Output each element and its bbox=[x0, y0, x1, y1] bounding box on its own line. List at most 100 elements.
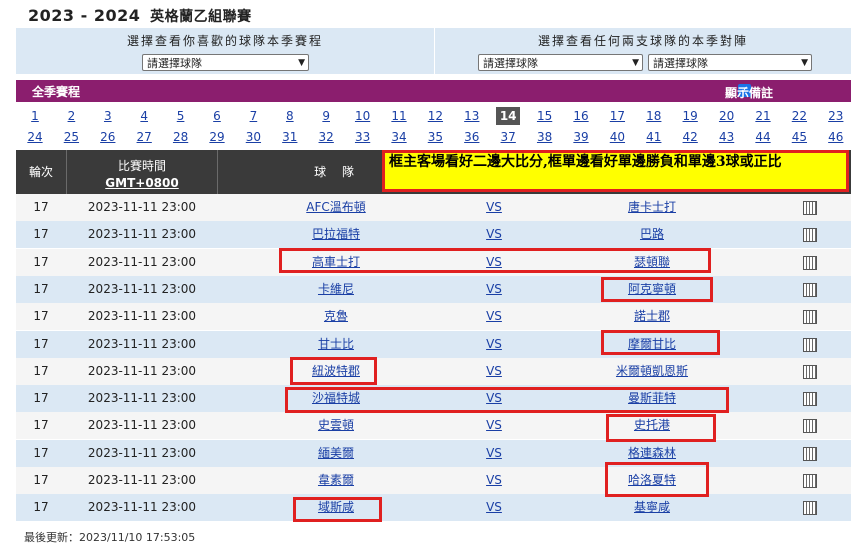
round-link-43[interactable]: 43 bbox=[715, 128, 739, 146]
chevron-down-icon: ▼ bbox=[801, 58, 808, 68]
round-link-6[interactable]: 6 bbox=[205, 107, 229, 125]
h2h-team-a-select[interactable]: 請選擇球隊 ▼ bbox=[478, 54, 643, 71]
round-cell-wrap: 17 bbox=[16, 467, 66, 494]
vs-link[interactable]: VS bbox=[486, 282, 502, 296]
round-link-36[interactable]: 36 bbox=[460, 128, 484, 146]
round-link-7[interactable]: 7 bbox=[241, 107, 265, 125]
round-cell-wrap: 17 bbox=[16, 276, 66, 303]
home-team-link[interactable]: 巴拉福特 bbox=[312, 227, 360, 241]
round-link-16[interactable]: 16 bbox=[569, 107, 593, 125]
round-cell: 17 bbox=[33, 254, 49, 269]
round-link-29[interactable]: 29 bbox=[205, 128, 229, 146]
round-link-28[interactable]: 28 bbox=[169, 128, 193, 146]
stats-table-icon[interactable] bbox=[803, 446, 817, 461]
away-team-link[interactable]: 唐卡士打 bbox=[628, 200, 676, 214]
round-link-44[interactable]: 44 bbox=[751, 128, 775, 146]
round-link-41[interactable]: 41 bbox=[642, 128, 666, 146]
round-link-10[interactable]: 10 bbox=[351, 107, 375, 125]
round-link-3[interactable]: 3 bbox=[96, 107, 120, 125]
round-link-15[interactable]: 15 bbox=[533, 107, 557, 125]
team-select[interactable]: 請選擇球隊 ▼ bbox=[142, 54, 309, 71]
round-link-24[interactable]: 24 bbox=[23, 128, 47, 146]
vs-link[interactable]: VS bbox=[486, 446, 502, 460]
vs-wrap: VS bbox=[454, 440, 534, 467]
home-team-link[interactable]: 甘士比 bbox=[318, 337, 354, 351]
round-link-33[interactable]: 33 bbox=[351, 128, 375, 146]
round-link-37[interactable]: 37 bbox=[496, 128, 520, 146]
home-team-link[interactable]: 韋素爾 bbox=[318, 473, 354, 487]
round-link-20[interactable]: 20 bbox=[715, 107, 739, 125]
round-link-25[interactable]: 25 bbox=[59, 128, 83, 146]
table-row: 17 2023-11-11 23:00 韋素爾 VS 哈洛夏特 bbox=[16, 467, 851, 494]
round-link-22[interactable]: 22 bbox=[787, 107, 811, 125]
round-link-13[interactable]: 13 bbox=[460, 107, 484, 125]
round-link-2[interactable]: 2 bbox=[59, 107, 83, 125]
vs-link[interactable]: VS bbox=[486, 500, 502, 514]
away-team-link[interactable]: 巴路 bbox=[640, 227, 664, 241]
round-link-39[interactable]: 39 bbox=[569, 128, 593, 146]
away-team-link[interactable]: 諾士郡 bbox=[634, 309, 670, 323]
round-link-8[interactable]: 8 bbox=[278, 107, 302, 125]
round-link-23[interactable]: 23 bbox=[824, 107, 848, 125]
round-link-21[interactable]: 21 bbox=[751, 107, 775, 125]
round-link-46[interactable]: 46 bbox=[824, 128, 848, 146]
home-team-link[interactable]: AFC溫布頓 bbox=[306, 200, 366, 214]
round-link-26[interactable]: 26 bbox=[96, 128, 120, 146]
home-team-link[interactable]: 克魯 bbox=[324, 309, 348, 323]
stats-table-icon[interactable] bbox=[803, 337, 817, 352]
home-team-link[interactable]: 卡維尼 bbox=[318, 282, 354, 296]
stats-table-icon[interactable] bbox=[803, 419, 817, 434]
show-notes-label: 顯示備註 bbox=[724, 86, 773, 100]
stats-table-icon[interactable] bbox=[803, 228, 817, 243]
round-link-42[interactable]: 42 bbox=[678, 128, 702, 146]
round-link-35[interactable]: 35 bbox=[423, 128, 447, 146]
vs-link[interactable]: VS bbox=[486, 337, 502, 351]
round-link-4[interactable]: 4 bbox=[132, 107, 156, 125]
round-link-1[interactable]: 1 bbox=[23, 107, 47, 125]
stats-table-icon[interactable] bbox=[803, 474, 817, 488]
vs-wrap: VS bbox=[454, 412, 534, 439]
table-row: 17 2023-11-11 23:00 卡維尼 VS 阿克寧頓 bbox=[16, 275, 851, 303]
round-link-31[interactable]: 31 bbox=[278, 128, 302, 146]
round-link-18[interactable]: 18 bbox=[642, 107, 666, 125]
stats-table-icon[interactable] bbox=[803, 201, 817, 215]
stats-table-icon[interactable] bbox=[803, 392, 817, 407]
round-link-17[interactable]: 17 bbox=[605, 107, 629, 125]
stats-table-icon[interactable] bbox=[803, 282, 817, 297]
round-link-19[interactable]: 19 bbox=[678, 107, 702, 125]
round-link-45[interactable]: 45 bbox=[787, 128, 811, 146]
vs-link[interactable]: VS bbox=[486, 418, 502, 432]
round-link-30[interactable]: 30 bbox=[241, 128, 265, 146]
home-team-wrap: AFC溫布頓 bbox=[218, 194, 454, 221]
vs-link[interactable]: VS bbox=[486, 227, 502, 241]
stats-table-icon[interactable] bbox=[803, 364, 817, 379]
round-cell: 17 bbox=[33, 363, 49, 378]
round-link-40[interactable]: 40 bbox=[605, 128, 629, 146]
vs-link[interactable]: VS bbox=[486, 473, 502, 487]
stats-table-icon[interactable] bbox=[803, 255, 817, 270]
time-cell-wrap: 2023-11-11 23:00 bbox=[67, 221, 217, 248]
vs-link[interactable]: VS bbox=[486, 364, 502, 378]
stats-table-icon[interactable] bbox=[803, 501, 817, 516]
round-link-32[interactable]: 32 bbox=[314, 128, 338, 146]
round-link-12[interactable]: 12 bbox=[423, 107, 447, 125]
round-link-9[interactable]: 9 bbox=[314, 107, 338, 125]
away-team-link[interactable]: 格連森林 bbox=[628, 446, 676, 460]
round-link-5[interactable]: 5 bbox=[169, 107, 193, 125]
round-link-11[interactable]: 11 bbox=[387, 107, 411, 125]
away-team-link[interactable]: 米爾頓凱恩斯 bbox=[616, 364, 688, 378]
round-link-34[interactable]: 34 bbox=[387, 128, 411, 146]
away-team-link[interactable]: 基寧咸 bbox=[634, 500, 670, 514]
stats-table-icon[interactable] bbox=[803, 310, 817, 325]
round-link-27[interactable]: 27 bbox=[132, 128, 156, 146]
time-cell-wrap: 2023-11-11 23:00 bbox=[67, 276, 217, 303]
timezone-link[interactable]: GMT+0800 bbox=[67, 176, 217, 190]
h2h-team-b-select[interactable]: 請選擇球隊 ▼ bbox=[648, 54, 812, 71]
home-team-link[interactable]: 緬美爾 bbox=[318, 446, 354, 460]
round-cell: 17 bbox=[33, 227, 49, 242]
vs-link[interactable]: VS bbox=[486, 309, 502, 323]
round-link-38[interactable]: 38 bbox=[533, 128, 557, 146]
round-link-14[interactable]: 14 bbox=[496, 107, 521, 125]
vs-link[interactable]: VS bbox=[486, 200, 502, 214]
home-team-link[interactable]: 史雲頓 bbox=[318, 418, 354, 432]
